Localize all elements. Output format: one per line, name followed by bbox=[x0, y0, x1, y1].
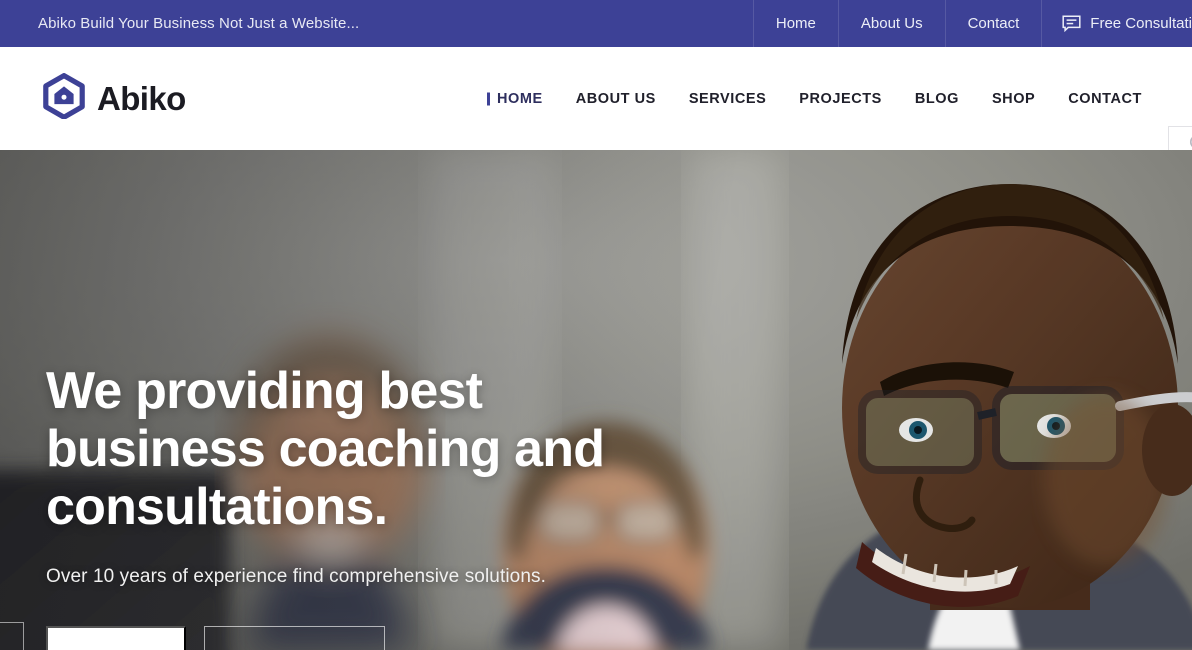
topbar-link-free-consultation[interactable]: Free Consultati bbox=[1041, 0, 1192, 47]
hero-title: We providing best business coaching and … bbox=[46, 362, 726, 537]
nav-item-home-label: HOME bbox=[497, 90, 543, 107]
hero-banner: We providing best business coaching and … bbox=[0, 150, 1192, 650]
nav-active-indicator bbox=[487, 92, 490, 105]
hero-subtitle: Over 10 years of experience find compreh… bbox=[46, 565, 546, 587]
hero-title-line-3: consultations. bbox=[46, 478, 388, 537]
nav-item-blog[interactable]: BLOG bbox=[915, 91, 992, 107]
nav-item-services[interactable]: SERVICES bbox=[689, 91, 799, 107]
hero-title-line-2: business coaching and bbox=[46, 420, 605, 479]
hexagon-house-logo-icon bbox=[42, 73, 86, 124]
hero-title-line-1: We providing best bbox=[46, 362, 483, 420]
brand-name: Abiko bbox=[97, 79, 186, 117]
hero-button-group: READ MORE MEET EXPERTS bbox=[46, 625, 726, 650]
brand-logo[interactable]: Abiko bbox=[42, 73, 186, 124]
site-header: Abiko HOME ABOUT US SERVICES PROJECTS BL… bbox=[0, 47, 1192, 166]
top-bar: Abiko Build Your Business Not Just a Web… bbox=[0, 0, 1192, 47]
chat-bubble-icon bbox=[1062, 15, 1081, 32]
nav-item-contact[interactable]: CONTACT bbox=[1068, 91, 1175, 107]
hero-content: We providing best business coaching and … bbox=[46, 362, 726, 650]
read-more-button[interactable]: READ MORE bbox=[46, 625, 186, 650]
nav-item-about-us[interactable]: ABOUT US bbox=[576, 91, 689, 107]
topbar-free-consultation-label: Free Consultati bbox=[1090, 15, 1192, 32]
nav-item-projects[interactable]: PROJECTS bbox=[799, 91, 915, 107]
top-bar-tagline: Abiko Build Your Business Not Just a Web… bbox=[38, 15, 360, 32]
carousel-prev-arrow-icon[interactable] bbox=[0, 622, 24, 650]
nav-item-shop[interactable]: SHOP bbox=[992, 91, 1068, 107]
nav-item-home[interactable]: HOME bbox=[487, 91, 576, 107]
topbar-link-contact[interactable]: Contact bbox=[944, 0, 1042, 47]
meet-experts-button[interactable]: MEET EXPERTS bbox=[204, 625, 385, 650]
topbar-link-about-us[interactable]: About Us bbox=[837, 0, 945, 47]
main-navigation: HOME ABOUT US SERVICES PROJECTS BLOG SHO… bbox=[487, 47, 1175, 150]
topbar-link-home[interactable]: Home bbox=[752, 0, 838, 47]
top-bar-links: Home About Us Contact Free Consultati bbox=[752, 0, 1192, 47]
